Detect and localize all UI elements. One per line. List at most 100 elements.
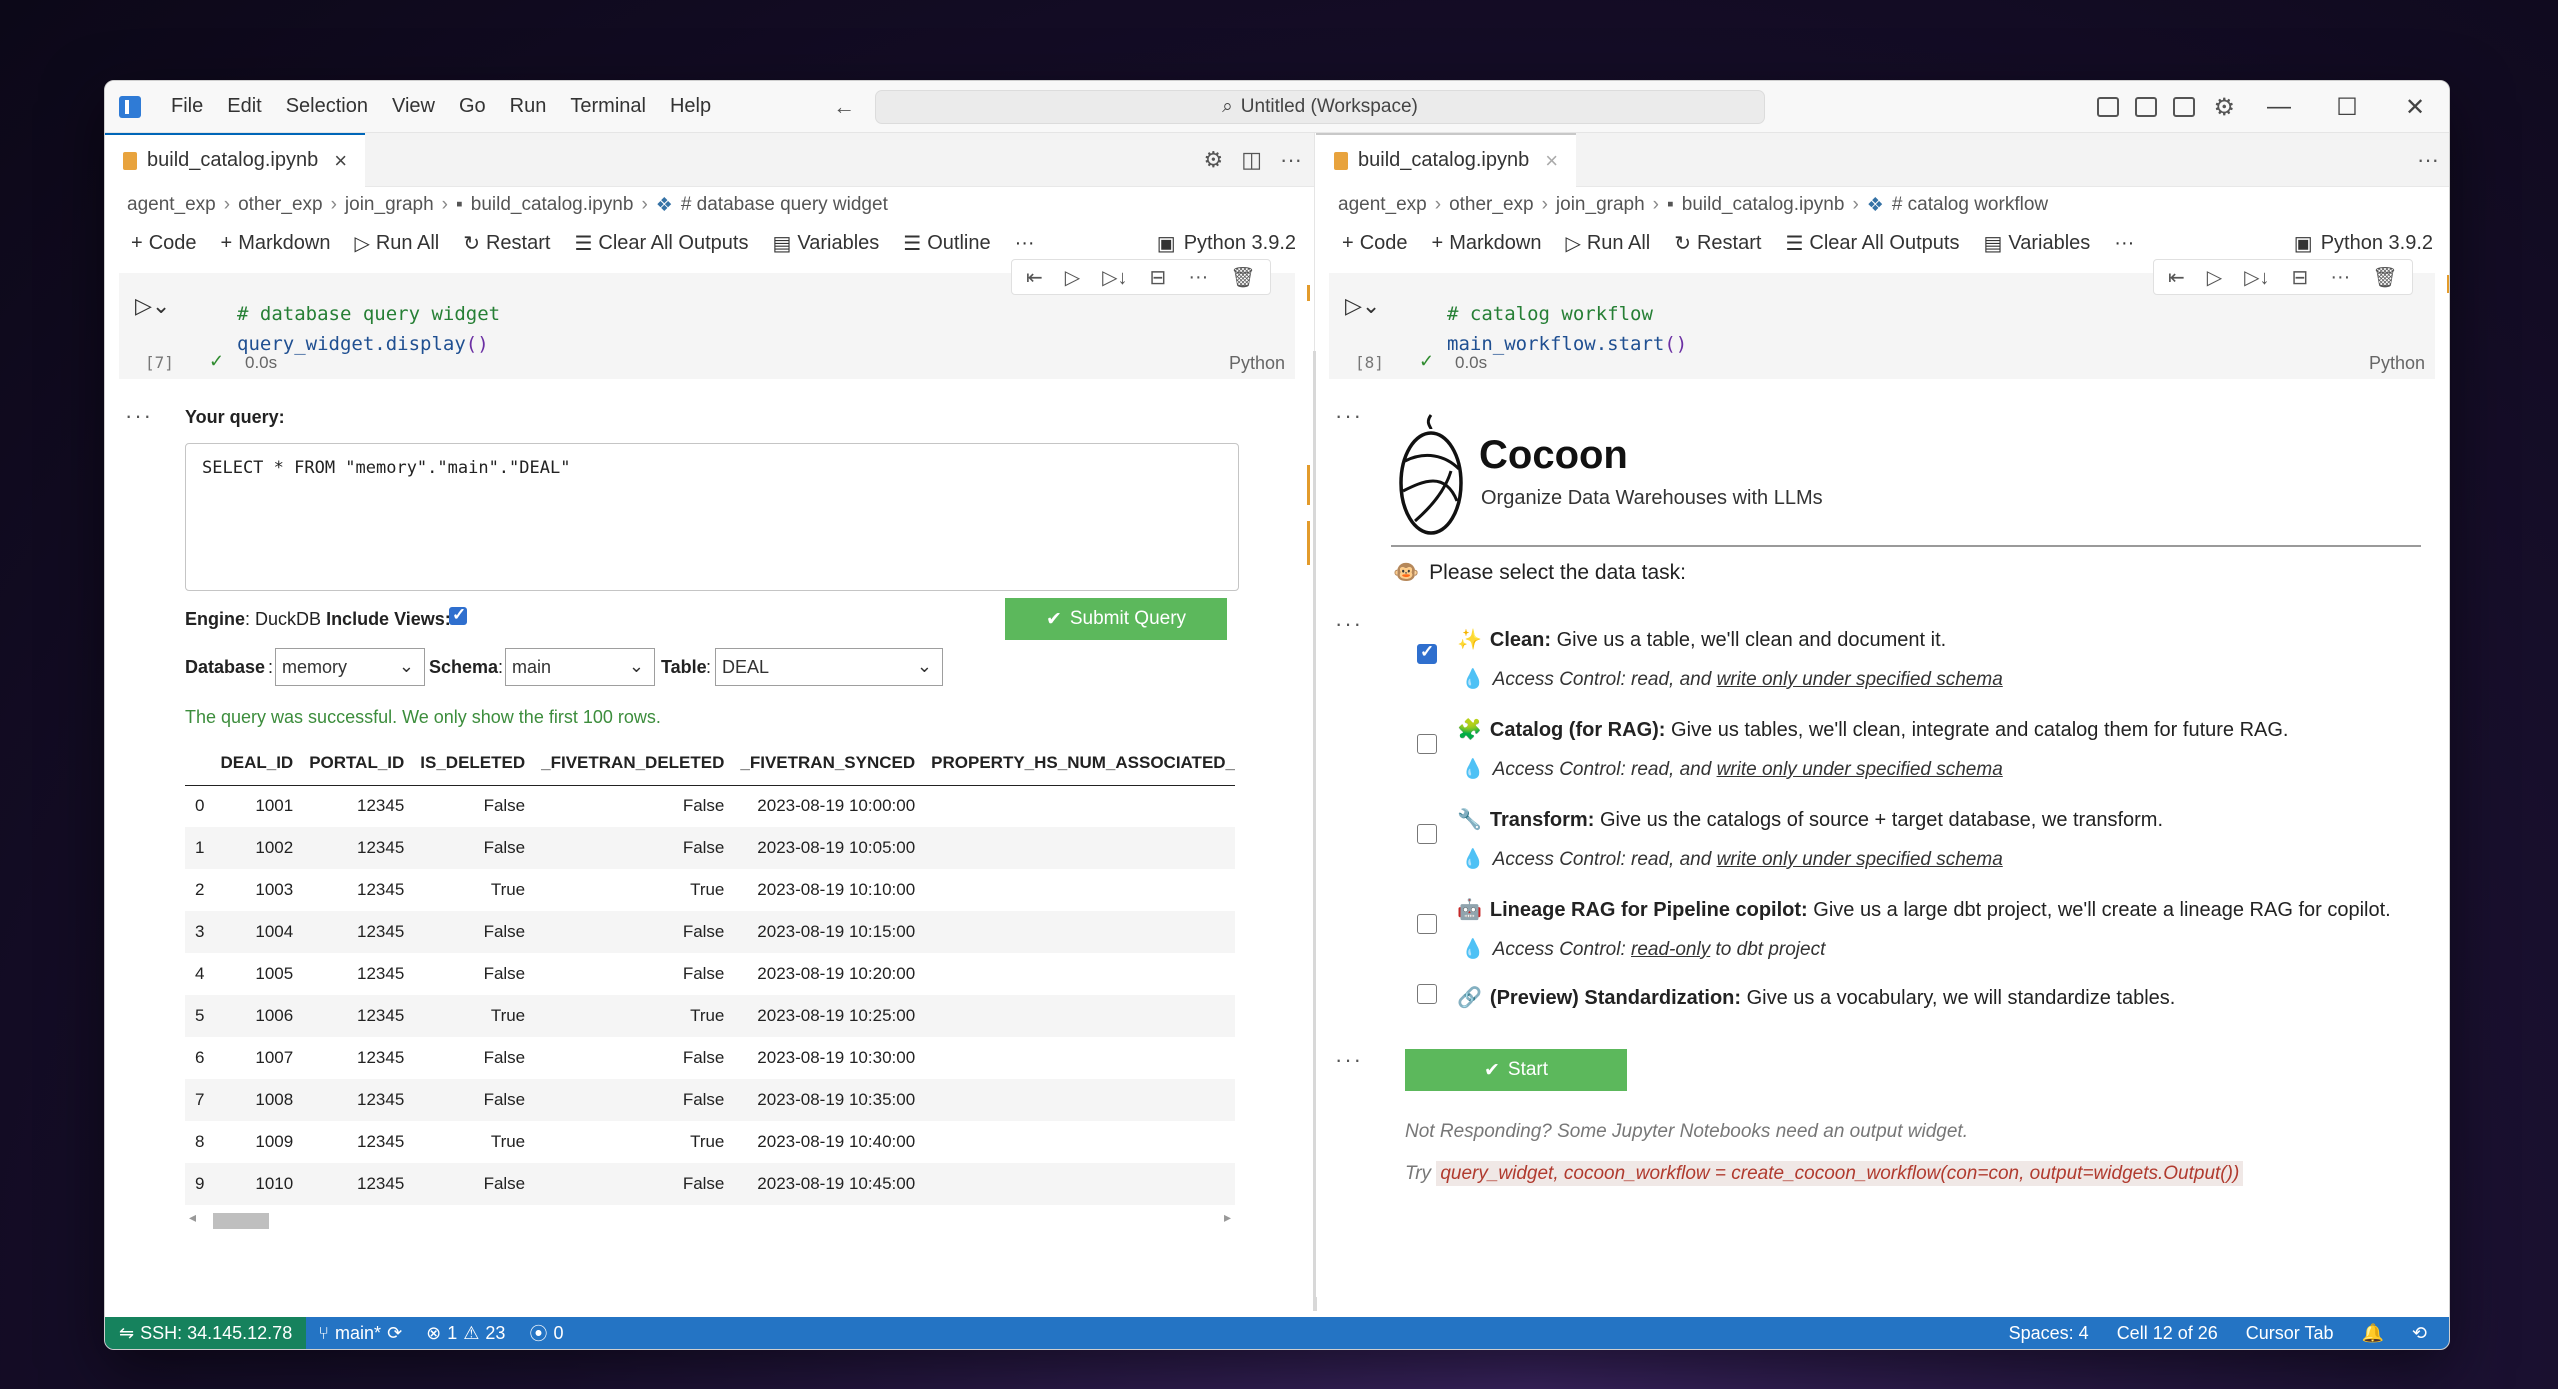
- start-button[interactable]: ✔ Start: [1405, 1049, 1627, 1091]
- scroll-thumb[interactable]: [213, 1213, 269, 1229]
- output-more-icon[interactable]: ···: [1335, 1047, 1363, 1073]
- breadcrumb-item[interactable]: build_catalog.ipynb: [471, 194, 634, 216]
- include-views-checkbox[interactable]: [449, 605, 467, 625]
- execute-below-icon[interactable]: ▷↓: [1102, 265, 1127, 290]
- close-tab-icon[interactable]: ×: [334, 148, 347, 174]
- breadcrumb-item[interactable]: # catalog workflow: [1892, 194, 2048, 216]
- menu-go[interactable]: Go: [447, 95, 498, 118]
- run-cell-icon[interactable]: ▷⌄: [135, 293, 170, 319]
- breadcrumb-item[interactable]: build_catalog.ipynb: [1682, 194, 1845, 216]
- kernel-picker[interactable]: ▣ Python 3.9.2: [1157, 223, 1296, 263]
- indentation-indicator[interactable]: Spaces: 4: [1997, 1323, 2101, 1344]
- output-more-icon[interactable]: ···: [1335, 611, 1363, 637]
- close-window-icon[interactable]: ✕: [2381, 93, 2449, 122]
- problems-indicator[interactable]: ⊗ 1 ⚠ 23: [414, 1323, 517, 1344]
- kernel-picker[interactable]: ▣ Python 3.9.2: [2294, 223, 2433, 263]
- submit-query-button[interactable]: ✔ Submit Query: [1005, 598, 1227, 640]
- close-tab-icon[interactable]: ×: [1545, 148, 1558, 174]
- clear-outputs-button[interactable]: ☰ Clear All Outputs: [1773, 231, 1971, 256]
- toggle-primary-sidebar-icon[interactable]: [2097, 97, 2120, 117]
- output-more-icon[interactable]: ···: [1335, 403, 1363, 429]
- split-cell-icon[interactable]: ⊟: [1150, 265, 1167, 290]
- more-toolbar-button[interactable]: ···: [1003, 232, 1047, 255]
- more-cell-actions-icon[interactable]: ···: [1188, 266, 1208, 289]
- command-center-search[interactable]: ⌕ Untitled (Workspace): [875, 90, 1765, 124]
- task-transform-checkbox[interactable]: [1417, 824, 1437, 844]
- cell-language[interactable]: Python: [2369, 353, 2425, 374]
- breadcrumb-item[interactable]: agent_exp: [1338, 194, 1427, 216]
- database-select[interactable]: memory ⌄: [275, 648, 425, 686]
- breadcrumb-item[interactable]: other_exp: [1449, 194, 1534, 216]
- cell-language[interactable]: Python: [1229, 353, 1285, 374]
- variables-button[interactable]: ▤ Variables: [1971, 231, 2102, 256]
- run-cell-icon[interactable]: ▷⌄: [1345, 293, 1380, 319]
- more-actions-icon[interactable]: ···: [2417, 147, 2439, 173]
- task-lineage-checkbox[interactable]: [1417, 914, 1437, 934]
- execute-cell-icon[interactable]: ▷: [1065, 265, 1080, 290]
- more-actions-icon[interactable]: ···: [1280, 147, 1302, 173]
- more-toolbar-button[interactable]: ···: [2102, 232, 2146, 255]
- more-cell-actions-icon[interactable]: ···: [2330, 266, 2350, 289]
- execute-above-icon[interactable]: ⇤: [2168, 265, 2185, 290]
- menu-view[interactable]: View: [380, 95, 447, 118]
- output-more-icon[interactable]: ···: [125, 403, 153, 429]
- menu-selection[interactable]: Selection: [274, 95, 380, 118]
- execute-below-icon[interactable]: ▷↓: [2244, 265, 2269, 290]
- split-editor-icon[interactable]: ◫: [1241, 147, 1262, 173]
- tab-build-catalog-right[interactable]: build_catalog.ipynb ×: [1316, 132, 1577, 187]
- gear-icon[interactable]: ⚙: [1203, 147, 1223, 173]
- outline-button[interactable]: ☰ Outline: [891, 231, 1002, 256]
- minimize-icon[interactable]: —: [2245, 93, 2313, 121]
- menu-help[interactable]: Help: [658, 95, 723, 118]
- scroll-left-icon[interactable]: ◂: [189, 1209, 196, 1226]
- maximize-icon[interactable]: ☐: [2313, 93, 2381, 122]
- menu-file[interactable]: File: [159, 95, 215, 118]
- table-select[interactable]: DEAL ⌄: [715, 648, 943, 686]
- bell-icon[interactable]: 🔔: [2349, 1323, 2395, 1344]
- breadcrumb-item[interactable]: join_graph: [345, 194, 434, 216]
- run-all-button[interactable]: ▷ Run All: [342, 231, 451, 256]
- execute-cell-icon[interactable]: ▷: [2207, 265, 2222, 290]
- add-markdown-button[interactable]: + Markdown: [209, 232, 343, 255]
- back-arrow-icon[interactable]: ←: [833, 94, 855, 120]
- results-table-container: DEAL_ID PORTAL_ID IS_DELETED _FIVETRAN_D…: [185, 741, 1235, 1211]
- cell-indicator[interactable]: Cell 12 of 26: [2105, 1323, 2230, 1344]
- clear-outputs-button[interactable]: ☰ Clear All Outputs: [562, 231, 760, 256]
- scroll-right-icon[interactable]: ▸: [1224, 1209, 1231, 1226]
- feedback-icon[interactable]: ⟲: [2400, 1323, 2439, 1344]
- variables-button[interactable]: ▤ Variables: [760, 231, 891, 256]
- task-catalog-checkbox[interactable]: [1417, 734, 1437, 754]
- menu-run[interactable]: Run: [498, 95, 559, 118]
- schema-select[interactable]: main ⌄: [505, 648, 655, 686]
- add-code-button[interactable]: + Code: [1330, 232, 1420, 255]
- breadcrumb-item[interactable]: # database query widget: [681, 194, 888, 216]
- restart-button[interactable]: ↻ Restart: [451, 231, 562, 256]
- toggle-panel-icon[interactable]: [2135, 97, 2158, 117]
- add-markdown-button[interactable]: + Markdown: [1420, 232, 1554, 255]
- delete-cell-icon[interactable]: 🗑: [1230, 265, 1255, 290]
- run-all-button[interactable]: ▷ Run All: [1553, 231, 1662, 256]
- execute-above-icon[interactable]: ⇤: [1026, 265, 1043, 290]
- delete-cell-icon[interactable]: 🗑: [2372, 265, 2397, 290]
- toggle-secondary-sidebar-icon[interactable]: [2173, 97, 2196, 117]
- breadcrumb-item[interactable]: agent_exp: [127, 194, 216, 216]
- code-editor[interactable]: # catalog workflow main_workflow.start(): [1447, 299, 1687, 359]
- remote-indicator[interactable]: ⇋ SSH: 34.145.12.78: [105, 1317, 307, 1349]
- breadcrumb-item[interactable]: join_graph: [1556, 194, 1645, 216]
- gear-icon[interactable]: ⚙: [2213, 93, 2235, 122]
- menu-edit[interactable]: Edit: [215, 95, 273, 118]
- tab-build-catalog-left[interactable]: build_catalog.ipynb ×: [105, 132, 366, 187]
- task-standardization-checkbox[interactable]: [1417, 984, 1437, 1004]
- query-textarea[interactable]: SELECT * FROM "memory"."main"."DEAL": [185, 443, 1239, 591]
- task-clean-checkbox[interactable]: [1417, 642, 1437, 664]
- menu-terminal[interactable]: Terminal: [558, 95, 658, 118]
- code-editor[interactable]: # database query widget query_widget.dis…: [237, 299, 500, 359]
- branch-indicator[interactable]: ⑂ main* ⟳: [306, 1323, 414, 1344]
- breadcrumb-item[interactable]: other_exp: [238, 194, 323, 216]
- cursor-tab-indicator[interactable]: Cursor Tab: [2234, 1323, 2346, 1344]
- add-code-button[interactable]: + Code: [119, 232, 209, 255]
- table-horizontal-scrollbar[interactable]: ◂ ▸: [185, 1209, 1235, 1229]
- split-cell-icon[interactable]: ⊟: [2292, 265, 2309, 290]
- ports-indicator[interactable]: ⦿ 0: [517, 1320, 575, 1346]
- restart-button[interactable]: ↻ Restart: [1662, 231, 1773, 256]
